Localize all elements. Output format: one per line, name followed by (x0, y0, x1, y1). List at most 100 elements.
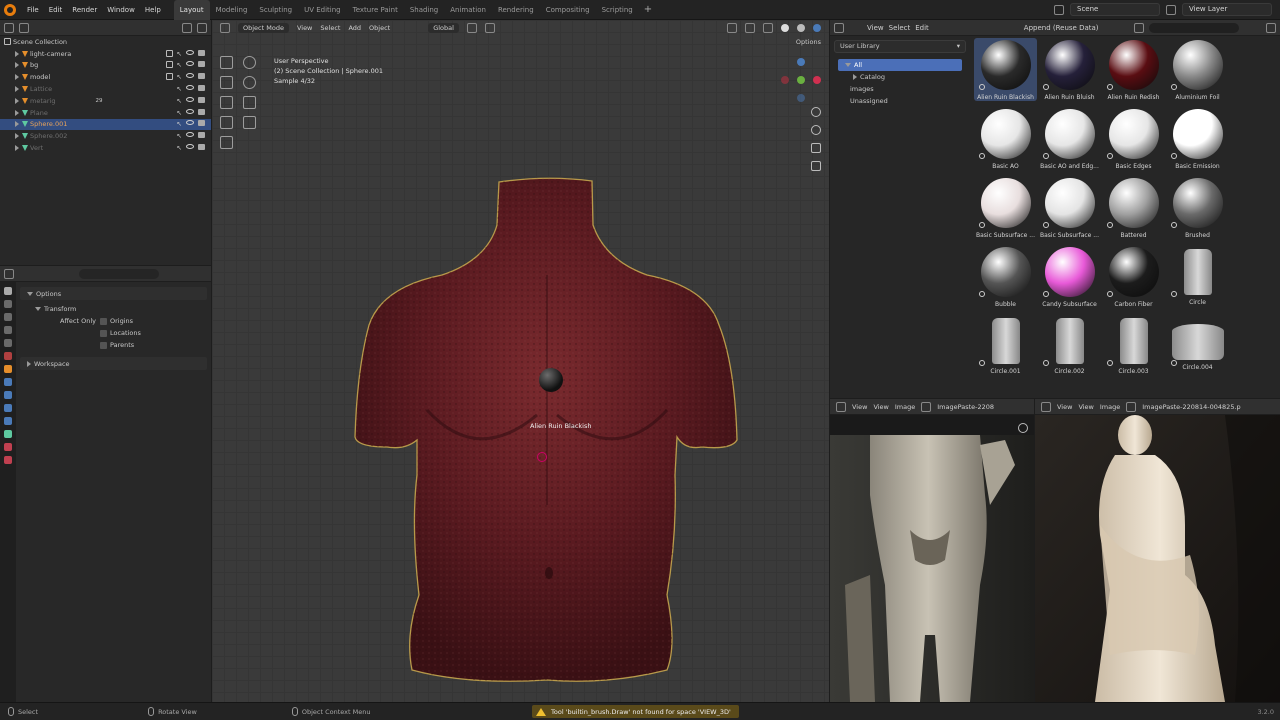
image-browse-icon[interactable] (1126, 401, 1137, 412)
origins-checkbox[interactable] (100, 317, 107, 325)
asset-item[interactable]: Basic Emission (1166, 107, 1229, 170)
gizmo-icon[interactable] (727, 23, 737, 33)
camera-render-icon[interactable] (198, 49, 205, 56)
select-arrow-icon[interactable]: ↖ (177, 85, 182, 93)
eye-icon[interactable] (186, 49, 194, 55)
solid-shading-icon[interactable] (781, 24, 789, 32)
asset-item[interactable]: Brushed (1166, 176, 1229, 239)
expand-arrow-icon[interactable] (15, 74, 19, 81)
scene-field[interactable]: Scene (1070, 3, 1160, 16)
eye-icon[interactable] (186, 73, 194, 79)
expand-arrow-icon[interactable] (15, 145, 19, 152)
neg-z-axis-icon[interactable] (797, 94, 805, 102)
outliner-row[interactable]: Lattice ↖ (0, 83, 211, 95)
camera-render-icon[interactable] (198, 73, 205, 80)
expand-arrow-icon[interactable] (15, 133, 19, 140)
expand-arrow-icon[interactable] (15, 97, 19, 104)
object-tab-icon[interactable] (4, 365, 12, 373)
editor-type-icon[interactable] (4, 22, 14, 33)
select-box-icon[interactable] (220, 56, 233, 69)
library-dropdown[interactable]: User Library ▾ (834, 40, 966, 53)
eye-icon[interactable] (186, 85, 194, 91)
catalog-item[interactable]: All (838, 59, 962, 71)
select-arrow-icon[interactable]: ↖ (177, 50, 182, 58)
select-arrow-icon[interactable]: ↖ (177, 73, 182, 81)
asset-item[interactable]: Alien Ruin Bluish (1038, 38, 1101, 101)
asset-item[interactable]: Aluminium Foil (1166, 38, 1229, 101)
menu-view[interactable]: View (852, 403, 867, 411)
rotate-icon[interactable] (243, 76, 256, 89)
transform-subsection[interactable]: Transform (28, 302, 207, 315)
outliner-row[interactable]: Plane ↖ (0, 107, 211, 119)
material-shading-icon[interactable] (797, 24, 805, 32)
tab-modeling[interactable]: Modeling (210, 0, 254, 20)
proportional-edit-icon[interactable] (484, 23, 495, 33)
asset-menu-select[interactable]: Select (889, 24, 911, 32)
viewport-menu-view[interactable]: View (297, 24, 312, 32)
modifier-tab-icon[interactable] (4, 378, 12, 386)
texture-tab-icon[interactable] (4, 456, 12, 464)
camera-render-icon[interactable] (198, 108, 205, 115)
asset-menu-view[interactable]: View (867, 24, 884, 32)
view-layer-field[interactable]: View Layer (1182, 3, 1272, 16)
catalog-item[interactable]: Unassigned (838, 95, 962, 107)
menu-file[interactable]: File (22, 0, 44, 20)
asset-item[interactable]: Circle.004 (1166, 314, 1229, 377)
y-axis-icon[interactable] (797, 76, 805, 84)
expand-arrow-icon[interactable] (15, 86, 19, 93)
image-name[interactable]: ImagePaste-2208 (937, 403, 994, 411)
editor-type-icon[interactable] (4, 268, 14, 279)
constraints-tab-icon[interactable] (4, 417, 12, 425)
tab-texture-paint[interactable]: Texture Paint (347, 0, 404, 20)
expand-arrow-icon[interactable] (853, 74, 857, 80)
snap-icon[interactable] (466, 23, 477, 33)
editor-type-icon[interactable] (834, 22, 844, 33)
outliner-row[interactable]: Sphere.001 ↖ (0, 118, 211, 131)
asset-item[interactable]: Basic Edges (1102, 107, 1165, 170)
camera-render-icon[interactable] (198, 61, 205, 68)
expand-arrow-icon[interactable] (15, 50, 19, 57)
expand-arrow-icon[interactable] (15, 62, 19, 69)
asset-menu-edit[interactable]: Edit (915, 24, 929, 32)
3d-viewport[interactable]: Object Mode View Select Add Object Globa… (212, 20, 829, 702)
tab-shading[interactable]: Shading (404, 0, 444, 20)
options-section[interactable]: Options (20, 287, 207, 300)
filter-icon[interactable] (182, 22, 192, 33)
outliner-row[interactable]: Sphere.002 ↖ (0, 130, 211, 142)
camera-render-icon[interactable] (198, 85, 205, 92)
select-arrow-icon[interactable]: ↖ (177, 132, 182, 140)
viewport-menu-select[interactable]: Select (320, 24, 340, 32)
asset-item[interactable]: Basic Subsurface ... (1038, 176, 1101, 239)
camera-render-icon[interactable] (198, 144, 205, 151)
camera-render-icon[interactable] (198, 120, 205, 127)
neg-x-axis-icon[interactable] (781, 76, 789, 84)
tab-rendering[interactable]: Rendering (492, 0, 540, 20)
camera-view-icon[interactable] (811, 143, 821, 153)
warning-message[interactable]: Tool 'builtin_brush.Draw' not found for … (532, 705, 739, 718)
orientation-dropdown[interactable]: Global (428, 23, 459, 33)
rendered-shading-icon[interactable] (813, 24, 821, 32)
move-icon[interactable] (220, 76, 233, 89)
display-size-icon[interactable] (1133, 22, 1144, 33)
select-arrow-icon[interactable]: ↖ (177, 97, 182, 105)
import-mode-dropdown[interactable]: Append (Reuse Data) (1024, 24, 1099, 32)
outliner-row[interactable]: model ↖ (0, 71, 211, 83)
asset-item[interactable]: Alien Ruin Blackish (974, 38, 1037, 101)
menu-view-2[interactable]: View (1078, 403, 1093, 411)
data-tab-icon[interactable] (4, 430, 12, 438)
menu-view[interactable]: View (1057, 403, 1072, 411)
annotate-icon[interactable] (220, 116, 233, 129)
asset-item[interactable]: Carbon Fiber (1102, 245, 1165, 308)
asset-item[interactable]: Basic Subsurface ... (974, 176, 1037, 239)
asset-item[interactable]: Candy Subsurface (1038, 245, 1101, 308)
particles-tab-icon[interactable] (4, 391, 12, 399)
zoom-icon[interactable] (1018, 423, 1028, 433)
properties-search-input[interactable] (79, 268, 159, 279)
camera-render-icon[interactable] (198, 96, 205, 103)
z-axis-icon[interactable] (797, 58, 805, 66)
measure-icon[interactable] (243, 116, 256, 129)
expand-arrow-icon[interactable] (15, 121, 19, 128)
display-mode-icon[interactable] (19, 22, 29, 33)
tab-layout[interactable]: Layout (173, 0, 210, 20)
tab-animation[interactable]: Animation (444, 0, 492, 20)
